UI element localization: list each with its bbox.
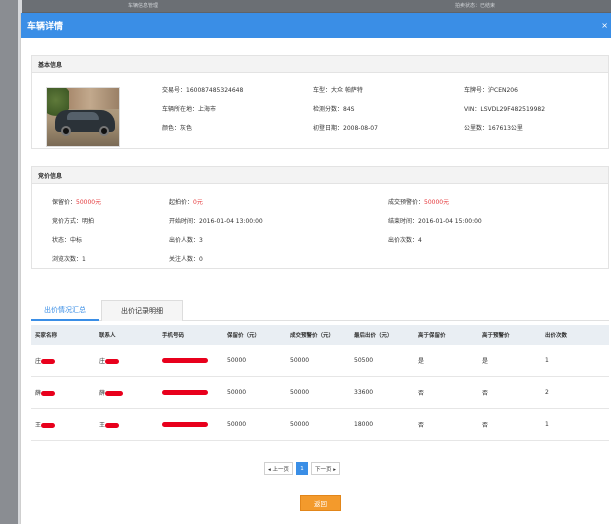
field-plate: 车牌号：沪CEN206: [464, 87, 518, 94]
table-row: 薛 薛 50000 50000 33600 否 否 2: [31, 377, 609, 409]
modal-title: 车辆详情: [27, 22, 64, 32]
last-bid: 33600: [354, 389, 374, 396]
background-sidebar: [0, 0, 18, 524]
bid-times: 1: [545, 421, 549, 428]
field-status: 状态：中标: [52, 237, 83, 244]
background-header-strip: [0, 0, 611, 12]
col-buyer: 买家名称: [35, 333, 58, 339]
field-start-time: 开始时间：2016-01-04 13:00:00: [169, 218, 263, 225]
table-row: 王 王 50000 50000 18000 否 否 1: [31, 409, 609, 441]
field-bid-count: 出价次数：4: [388, 237, 422, 244]
reserve-price: 50000: [227, 421, 247, 428]
last-bid: 18000: [354, 421, 374, 428]
field-follow-count: 关注人数：0: [169, 256, 203, 263]
above-reserve: 否: [418, 422, 425, 429]
col-bid-times: 出价次数: [545, 333, 568, 339]
phone-number: [162, 357, 208, 364]
table-header: 买家名称 联系人 手机号码 保留价（元） 成交预警价（元） 最后出价（元） 高于…: [31, 325, 609, 345]
field-mileage: 公里数：167613公里: [464, 125, 523, 132]
col-reserve: 保留价（元）: [227, 333, 261, 339]
field-bidder-count: 出价人数：3: [169, 237, 203, 244]
field-deal-warning-price: 成交预警价：50000元: [388, 199, 450, 206]
background-status-text: 拍卖状态：已结束: [455, 3, 496, 9]
table-row: 庄 庄 50000 50000 50500 是 是 1: [31, 345, 609, 377]
background-title-text: 车辆信息管理: [128, 3, 159, 9]
basic-info-heading: 基本信息: [32, 56, 608, 73]
col-phone: 手机号码: [162, 333, 185, 339]
page-number-button[interactable]: 1: [296, 462, 309, 475]
field-view-count: 浏览次数：1: [52, 256, 86, 263]
col-last-bid: 最后出价（元）: [354, 333, 393, 339]
field-end-time: 结束时间：2016-01-04 15:00:00: [388, 218, 482, 225]
tab-bid-records[interactable]: 出价记录明细: [101, 300, 183, 321]
col-contact: 联系人: [99, 333, 116, 339]
last-bid: 50500: [354, 357, 374, 364]
modal-body: 基本信息 交易号：160087485324648 车型：大众 帕萨特 车牌号：沪…: [21, 38, 611, 524]
field-start-price: 起拍价：0元: [169, 199, 203, 206]
phone-number: [162, 389, 208, 396]
deal-warning-price: 50000: [290, 421, 310, 428]
above-warning: 否: [482, 390, 489, 397]
field-vin: VIN：LSVDL29F482519982: [464, 106, 546, 113]
deal-warning-price: 50000: [290, 389, 310, 396]
back-button[interactable]: 返回: [300, 495, 341, 511]
prev-page-button[interactable]: ◂ 上一页: [264, 462, 294, 475]
vehicle-photo: [46, 87, 120, 147]
pagination: ◂ 上一页 1 下一页 ▸: [264, 462, 343, 475]
field-score: 检测分数：84S: [313, 106, 355, 113]
auction-info-heading: 竞价信息: [32, 167, 608, 184]
phone-number: [162, 421, 208, 428]
vehicle-detail-modal: 车辆详情 × 基本信息 交易号：160087485324648 车型：大众 帕萨…: [20, 13, 611, 524]
tab-bid-summary[interactable]: 出价情况汇总: [31, 300, 99, 321]
above-warning: 是: [482, 358, 489, 365]
above-reserve: 是: [418, 358, 425, 365]
field-reserve-price: 保留价：50000元: [52, 199, 102, 206]
deal-warning-price: 50000: [290, 357, 310, 364]
col-above-warning: 高于预警价: [482, 333, 510, 339]
field-model: 车型：大众 帕萨特: [313, 87, 363, 94]
bid-summary-table: 买家名称 联系人 手机号码 保留价（元） 成交预警价（元） 最后出价（元） 高于…: [31, 325, 609, 441]
contact-name: 薛: [99, 388, 124, 397]
above-warning: 否: [482, 422, 489, 429]
buyer-name: 王: [35, 420, 56, 429]
contact-name: 王: [99, 420, 120, 429]
next-page-button[interactable]: 下一页 ▸: [311, 462, 341, 475]
bid-times: 2: [545, 389, 549, 396]
bid-times: 1: [545, 357, 549, 364]
reserve-price: 50000: [227, 357, 247, 364]
auction-info-panel: 竞价信息 保留价：50000元 起拍价：0元 成交预警价：50000元 竞价方式…: [31, 166, 609, 269]
buyer-name: 薛: [35, 388, 56, 397]
field-location: 车辆所在地：上海市: [162, 106, 217, 113]
modal-header: 车辆详情 ×: [21, 13, 611, 38]
col-deal-warning: 成交预警价（元）: [290, 333, 335, 339]
contact-name: 庄: [99, 356, 120, 365]
buyer-name: 庄: [35, 356, 56, 365]
above-reserve: 否: [418, 390, 425, 397]
field-trade-no: 交易号：160087485324648: [162, 87, 244, 94]
field-register-date: 初登日期：2008-08-07: [313, 125, 378, 132]
bid-tabs: 出价情况汇总 出价记录明细: [31, 300, 609, 321]
field-color: 颜色：灰色: [162, 125, 193, 132]
close-icon[interactable]: ×: [601, 21, 608, 30]
basic-info-panel: 基本信息 交易号：160087485324648 车型：大众 帕萨特 车牌号：沪…: [31, 55, 609, 149]
col-above-reserve: 高于保留价: [418, 333, 446, 339]
field-bid-mode: 竞价方式：明拍: [52, 218, 95, 225]
reserve-price: 50000: [227, 389, 247, 396]
